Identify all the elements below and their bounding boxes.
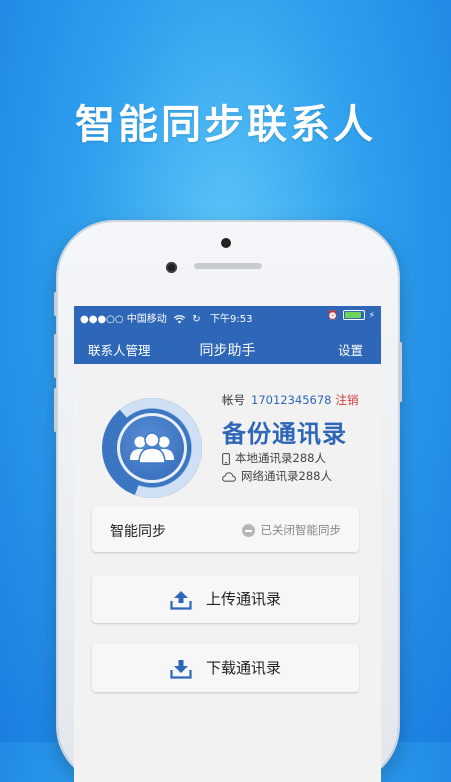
upload-label: 上传通讯录 <box>205 590 281 608</box>
cloud-contacts-stat: 网络通讯录288人 <box>222 468 332 484</box>
settings-button[interactable]: 设置 <box>338 340 363 359</box>
front-camera <box>221 238 231 248</box>
local-contacts-label: 本地通讯录288人 <box>235 451 326 465</box>
main-content: 帐号 17012345678 注销 备份通讯录 本地通讯录288人 网络通讯录288… <box>74 364 381 782</box>
contacts-avatar <box>117 413 187 483</box>
charging-icon: ⚡ <box>368 311 375 321</box>
nav-title: 同步助手 <box>199 343 256 359</box>
smart-sync-row[interactable]: 智能同步 已关闭智能同步 <box>92 506 359 552</box>
nav-bar: 联系人管理 同步助手 设置 <box>74 340 381 360</box>
status-time: 下午9:53 <box>210 314 253 325</box>
volume-down-button <box>54 388 57 432</box>
status-bar: ●●●○○ 中国移动 ↻ 下午9:53 ⏰ ⚡ <box>80 310 375 325</box>
upload-icon <box>170 590 192 610</box>
top-bar: ●●●○○ 中国移动 ↻ 下午9:53 ⏰ ⚡ 联系人管理 同步助手 设置 <box>74 306 381 364</box>
local-contacts-stat: 本地通讯录288人 <box>222 450 326 466</box>
upload-action: 上传通讯录 <box>92 588 359 610</box>
logout-link[interactable]: 注销 <box>335 393 358 407</box>
smart-sync-label: 智能同步 <box>110 524 166 540</box>
battery-fill <box>345 312 361 318</box>
app-screen: ●●●○○ 中国移动 ↻ 下午9:53 ⏰ ⚡ 联系人管理 同步助手 设置 帐号… <box>74 306 381 782</box>
sync-activity-icon: ↻ <box>192 314 201 325</box>
carrier-label: ●●●○○ 中国移动 <box>80 314 167 325</box>
volume-up-button <box>54 334 57 378</box>
disabled-minus-icon <box>241 524 255 537</box>
phone-frame: ●●●○○ 中国移动 ↻ 下午9:53 ⏰ ⚡ 联系人管理 同步助手 设置 帐号… <box>54 222 402 782</box>
carrier-signal: ●●●○○ 中国移动 ↻ <box>80 310 201 325</box>
download-action: 下载通讯录 <box>92 657 359 679</box>
download-label: 下载通讯录 <box>205 659 281 677</box>
smart-sync-status-label: 已关闭智能同步 <box>260 523 342 537</box>
battery-icon <box>343 310 366 320</box>
cloud-icon <box>222 471 236 482</box>
contacts-group-icon <box>130 432 174 464</box>
upload-contacts-button[interactable]: 上传通讯录 <box>92 575 359 623</box>
promo-headline: 智能同步联系人 <box>75 102 376 148</box>
account-label: 帐号 <box>222 393 245 407</box>
alarm-icon: ⏰ <box>327 311 339 321</box>
download-contacts-button[interactable]: 下载通讯录 <box>92 644 359 692</box>
cloud-contacts-label: 网络通讯录288人 <box>241 469 332 483</box>
backup-title: 备份通讯录 <box>222 420 347 448</box>
account-number: 17012345678 <box>251 393 332 407</box>
earpiece-speaker <box>194 263 262 269</box>
status-right: ⏰ ⚡ <box>327 310 375 321</box>
phone-icon <box>222 452 230 465</box>
smart-sync-status[interactable]: 已关闭智能同步 <box>241 522 342 538</box>
mute-switch <box>54 292 57 316</box>
camera-lens-icon <box>166 262 177 273</box>
download-icon <box>170 659 192 679</box>
wifi-icon <box>173 314 186 323</box>
power-button <box>399 342 402 402</box>
account-info: 帐号 17012345678 注销 <box>222 392 358 408</box>
backup-progress-ring <box>102 398 202 498</box>
